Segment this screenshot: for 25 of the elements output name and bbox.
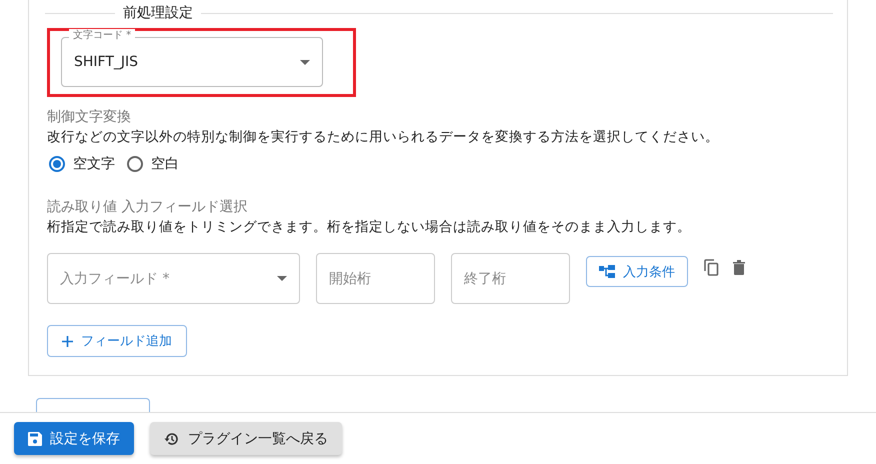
history-icon: [164, 430, 180, 446]
radio-label: 空白: [151, 155, 179, 173]
start-digit-field[interactable]: 開始桁: [316, 253, 435, 304]
copy-icon[interactable]: [704, 259, 719, 276]
end-digit-field[interactable]: 終了桁: [451, 253, 570, 304]
section-legend: 前処理設定: [123, 4, 193, 22]
back-button[interactable]: プラグイン一覧へ戻る: [150, 422, 342, 455]
radio-button[interactable]: [127, 156, 143, 172]
tree-icon: [599, 265, 615, 278]
radio-button[interactable]: [49, 156, 65, 172]
trash-icon[interactable]: [733, 260, 745, 275]
section-title: 制御文字変換: [47, 108, 132, 127]
save-button[interactable]: 設定を保存: [14, 422, 134, 455]
input-field-select[interactable]: 入力フィールド *: [47, 253, 300, 304]
input-condition-button[interactable]: 入力条件: [586, 256, 688, 287]
section-title: 読み取り値 入力フィールド選択: [47, 198, 248, 217]
plus-icon: [62, 336, 73, 346]
radio-label: 空文字: [73, 155, 115, 173]
select-value: SHIFT_JIS: [74, 54, 138, 70]
description-text: 改行などの文字以外の特別な制御を実行するために用いられるデータを変換する方法を選択してください。: [47, 128, 720, 147]
dropdown-caret-icon: [300, 60, 310, 64]
save-icon: [28, 432, 42, 446]
add-field-button[interactable]: フィールド追加: [47, 325, 187, 357]
dropdown-caret-icon: [277, 276, 287, 281]
description-text: 桁指定で読み取り値をトリミングできます。桁を指定しない場合は読み取り値をそのまま入力します。: [47, 218, 692, 237]
